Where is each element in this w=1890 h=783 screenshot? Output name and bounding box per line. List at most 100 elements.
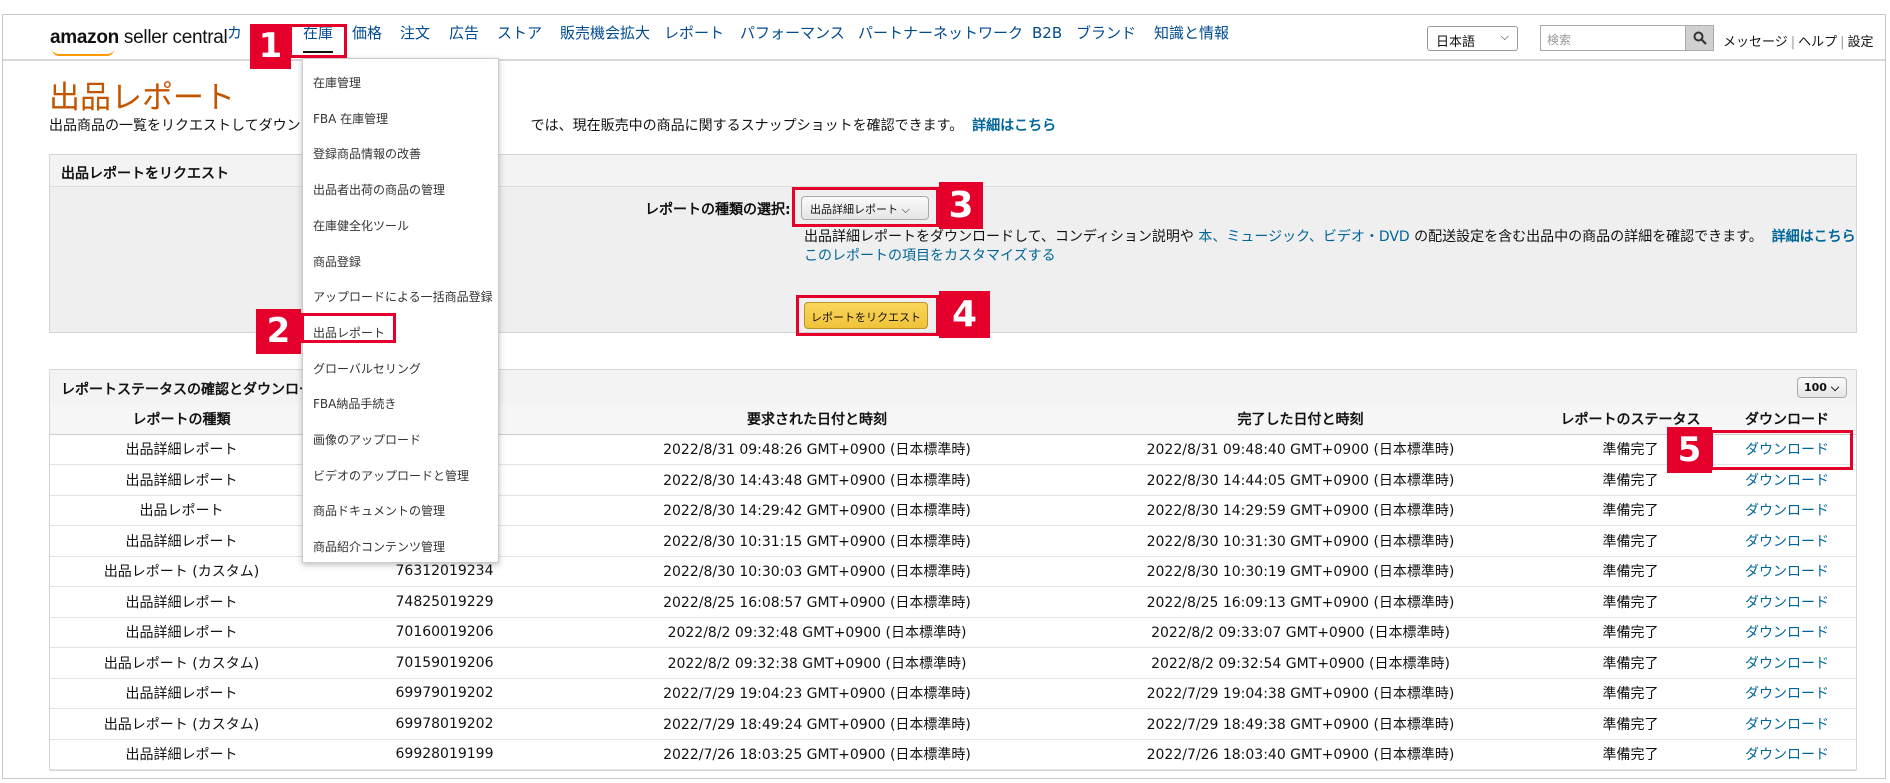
batch-id-cell: 69978019202 [313, 708, 576, 740]
nav-item-stores[interactable]: ストア [497, 26, 542, 41]
batch-id-cell: 69979019202 [313, 678, 576, 709]
chevron-down-icon: ⌵ [1500, 30, 1509, 43]
language-select[interactable]: 日本語 ⌵ [1427, 26, 1518, 51]
nav-item-partner-network[interactable]: パートナーネットワーク [858, 26, 1023, 41]
nav-item-orders[interactable]: 注文 [400, 26, 430, 41]
download-link[interactable]: ダウンロード [1718, 647, 1856, 679]
inventory-menu-item[interactable]: 在庫管理 [313, 74, 361, 91]
report-status-cell: 準備完了 [1543, 647, 1718, 679]
request-description-text: 出品詳細レポートをダウンロードして、コンディション説明や [804, 229, 1199, 245]
nav-item-performance[interactable]: パフォーマンス [740, 26, 845, 41]
requested-date-cell: 2022/7/29 18:49:24 GMT+0900 (日本標準時) [576, 708, 1058, 740]
messages-link[interactable]: メッセージ [1720, 35, 1791, 50]
inventory-menu-item[interactable]: 在庫健全化ツール [313, 217, 409, 234]
divider: | [1840, 35, 1845, 50]
inventory-menu-item[interactable]: FBA 在庫管理 [313, 110, 388, 127]
inventory-menu-item[interactable]: 商品登録 [313, 253, 361, 270]
download-link[interactable]: ダウンロード [1718, 556, 1856, 587]
requested-date-cell: 2022/7/29 19:04:23 GMT+0900 (日本標準時) [576, 678, 1058, 709]
page-description-left: 出品商品の一覧をリクエストしてダウン [49, 118, 301, 134]
nav-item-catalog[interactable]: カ [227, 26, 242, 41]
download-link[interactable]: ダウンロード [1718, 495, 1856, 526]
chevron-down-icon: ⌵ [1830, 381, 1840, 394]
help-link[interactable]: ヘルプ [1795, 35, 1840, 50]
batch-id-cell: 69928019199 [313, 739, 576, 770]
completed-date-cell: 2022/7/29 18:49:38 GMT+0900 (日本標準時) [1058, 708, 1543, 740]
requested-date-cell: 2022/8/30 14:29:42 GMT+0900 (日本標準時) [576, 495, 1058, 526]
requested-date-cell: 2022/8/2 09:32:48 GMT+0900 (日本標準時) [576, 617, 1058, 648]
customize-report-link[interactable]: このレポートの項目をカスタマイズする [804, 248, 1056, 264]
highlight-box [796, 295, 939, 336]
seller-central-logo[interactable]: amazon seller central [50, 27, 228, 49]
language-value: 日本語 [1436, 35, 1476, 50]
batch-id-cell: 74825019229 [313, 586, 576, 618]
completed-date-cell: 2022/8/25 16:09:13 GMT+0900 (日本標準時) [1058, 586, 1543, 618]
nav-item-reports[interactable]: レポート [664, 26, 724, 41]
nav-item-brands[interactable]: ブランド [1076, 26, 1136, 41]
search-input[interactable]: 検索 [1540, 25, 1685, 51]
page-description-right: では、現在販売中の商品に関するスナップショットを確認できます。 [530, 118, 964, 134]
header-links: メッセージ | ヘルプ | 設定 [1720, 31, 1877, 50]
table-row: 出品詳細レポート 69979019202 2022/7/29 19:04:23 GM… [50, 678, 1856, 709]
step-marker-5: 5 [1667, 427, 1712, 473]
completed-date-cell: 2022/8/30 10:31:30 GMT+0900 (日本標準時) [1058, 525, 1543, 557]
inventory-menu-item[interactable]: 出品者出荷の商品の管理 [313, 181, 445, 198]
inventory-menu-item[interactable]: 商品ドキュメントの管理 [313, 502, 445, 519]
download-link[interactable]: ダウンロード [1718, 617, 1856, 648]
inventory-menu-item[interactable]: 登録商品情報の改善 [313, 145, 421, 162]
report-status-cell: 準備完了 [1543, 739, 1718, 770]
completed-date-cell: 2022/7/29 19:04:38 GMT+0900 (日本標準時) [1058, 678, 1543, 709]
download-link[interactable]: ダウンロード [1718, 678, 1856, 709]
requested-date-cell: 2022/8/31 09:48:26 GMT+0900 (日本標準時) [576, 434, 1058, 465]
report-type-cell: 出品詳細レポート [50, 678, 313, 709]
highlight-box [289, 24, 347, 58]
download-link[interactable]: ダウンロード [1718, 525, 1856, 557]
report-status-cell: 準備完了 [1543, 495, 1718, 526]
report-status-cell: 準備完了 [1543, 708, 1718, 740]
table-row: 出品レポート (カスタム) 69978019202 2022/7/29 18:49:… [50, 708, 1856, 740]
report-type-cell: 出品詳細レポート [50, 525, 313, 557]
nav-item-pricing[interactable]: 価格 [352, 26, 382, 41]
requested-date-cell: 2022/8/30 14:43:48 GMT+0900 (日本標準時) [576, 464, 1058, 496]
download-link[interactable]: ダウンロード [1718, 586, 1856, 618]
column-header: 完了した日付と時刻 [1058, 404, 1543, 435]
inventory-menu-item[interactable]: 商品紹介コンテンツ管理 [313, 538, 445, 555]
nav-item-b2b[interactable]: B2B [1032, 26, 1062, 41]
download-link[interactable]: ダウンロード [1718, 708, 1856, 740]
inventory-menu-item[interactable]: FBA納品手続き [313, 395, 396, 412]
step-marker-4: 4 [939, 291, 990, 338]
inventory-menu-item[interactable]: ビデオのアップロードと管理 [313, 467, 469, 484]
completed-date-cell: 2022/8/2 09:33:07 GMT+0900 (日本標準時) [1058, 617, 1543, 648]
nav-item-advertising[interactable]: 広告 [449, 26, 479, 41]
settings-link[interactable]: 設定 [1845, 35, 1877, 50]
nav-item-growth[interactable]: 販売機会拡大 [560, 26, 650, 41]
request-description-text: の配送設定を含む出品中の商品の詳細を確認できます。 [1409, 229, 1763, 245]
report-type-label: レポートの種類の選択: [645, 202, 791, 218]
page-size-value: 100 [1804, 381, 1827, 394]
category-link[interactable]: 本、ミュージック、ビデオ・DVD [1198, 229, 1409, 245]
inventory-dropdown-menu: 在庫管理 FBA 在庫管理登録商品情報の改善出品者出荷の商品の管理 在庫健全化ツール… [302, 58, 499, 563]
request-learn-more-link[interactable]: 詳細はこちら [1772, 229, 1856, 245]
step-marker-2: 2 [256, 309, 301, 354]
learn-more-link[interactable]: 詳細はこちら [972, 118, 1056, 134]
inventory-menu-item[interactable]: グローバルセリング [313, 360, 421, 377]
report-type-cell: 出品詳細レポート [50, 434, 313, 465]
inventory-menu-item[interactable]: アップロードによる一括商品登録 [313, 288, 493, 305]
completed-date-cell: 2022/8/31 09:48:40 GMT+0900 (日本標準時) [1058, 434, 1543, 465]
batch-id-cell: 70159019206 [313, 647, 576, 679]
nav-item-learn[interactable]: 知識と情報 [1154, 26, 1229, 41]
search-button[interactable] [1685, 25, 1714, 51]
completed-date-cell: 2022/8/2 09:32:54 GMT+0900 (日本標準時) [1058, 647, 1543, 679]
report-status-cell: 準備完了 [1543, 586, 1718, 618]
report-type-cell: 出品レポート (カスタム) [50, 647, 313, 679]
report-status-cell: 準備完了 [1543, 617, 1718, 648]
report-type-cell: 出品レポート (カスタム) [50, 708, 313, 740]
table-row: 出品レポート (カスタム) 70159019206 2022/8/2 09:32:3… [50, 647, 1856, 679]
step-marker-3: 3 [939, 182, 983, 229]
completed-date-cell: 2022/8/30 14:29:59 GMT+0900 (日本標準時) [1058, 495, 1543, 526]
download-link[interactable]: ダウンロード [1718, 739, 1856, 770]
page-size-select[interactable]: 100 ⌵ [1797, 377, 1847, 398]
batch-id-cell: 70160019206 [313, 617, 576, 648]
inventory-menu-item[interactable]: 画像のアップロード [313, 431, 421, 448]
highlight-box [1710, 430, 1853, 470]
